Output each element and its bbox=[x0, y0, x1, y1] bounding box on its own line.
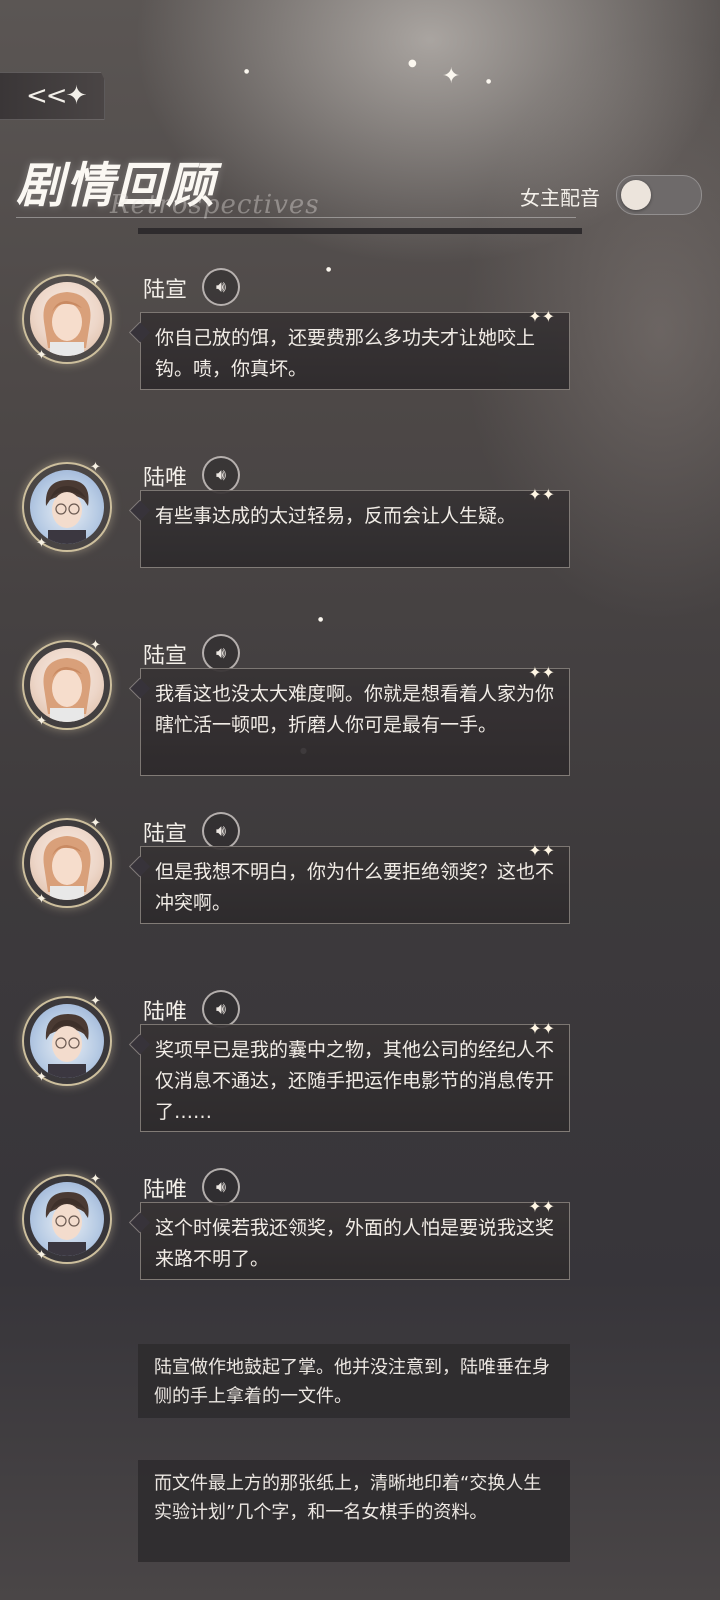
dialogue-bubble: 我看这也没太大难度啊。你就是想看着人家为你瞎忙活一顿吧，折磨人你可是最有一手。 … bbox=[140, 663, 570, 776]
voice-play-button[interactable]: 🔊︎ bbox=[202, 1168, 240, 1206]
voice-play-icon: 🔊︎ bbox=[215, 821, 227, 840]
sparkle-icon: ● bbox=[326, 266, 332, 273]
dialogue-text: 有些事达成的太过轻易，反而会让人生疑。 bbox=[155, 505, 517, 527]
sparkle-icon: ✦ bbox=[36, 536, 47, 551]
avatar-portrait bbox=[43, 658, 91, 722]
dialogue-bubble: 但是我想不明白，你为什么要拒绝领奖？这也不冲突啊。 ✦✦ bbox=[140, 841, 570, 924]
sparkle-icon: ✦ bbox=[90, 816, 101, 831]
sparkle-icon: ● bbox=[408, 58, 417, 69]
narration-box: 陆宣做作地鼓起了掌。他并没注意到，陆唯垂在身侧的手上拿着的一文件。 bbox=[138, 1344, 570, 1418]
narration-text: 陆宣做作地鼓起了掌。他并没注意到，陆唯垂在身侧的手上拿着的一文件。 bbox=[154, 1357, 550, 1407]
sparkle-icon: ✦ bbox=[90, 638, 101, 653]
speaker-name: 陆宣 bbox=[143, 278, 188, 303]
back-button[interactable]: <<✦ bbox=[0, 72, 105, 120]
sparkle-icon: ✦ bbox=[90, 1172, 101, 1187]
sparkle-icon: ✦✦ bbox=[528, 1197, 555, 1216]
voice-play-button[interactable]: 🔊︎ bbox=[202, 812, 240, 850]
avatar-portrait bbox=[45, 1014, 89, 1078]
dialogue-bubble: 这个时候若我还领奖，外面的人怕是要说我这奖来路不明了。 ✦✦ bbox=[140, 1197, 570, 1280]
narration-box: 而文件最上方的那张纸上，清晰地印着“交换人生实验计划”几个字，和一名女棋手的资料… bbox=[138, 1460, 570, 1562]
voice-play-icon: 🔊︎ bbox=[215, 1177, 227, 1196]
speaker-name: 陆宣 bbox=[143, 644, 188, 669]
sparkle-icon: ✦✦ bbox=[528, 663, 555, 682]
dialogue-text: 你自己放的饵，还要费那么多功夫才让她咬上钩。啧，你真坏。 bbox=[155, 327, 536, 380]
voice-play-icon: 🔊︎ bbox=[215, 277, 227, 296]
sparkle-icon: ● bbox=[486, 78, 492, 85]
page-subtitle: Retrospectives bbox=[110, 190, 320, 220]
avatar-portrait bbox=[43, 292, 91, 356]
sparkle-icon: ✦✦ bbox=[528, 841, 555, 860]
sparkle-icon: ✦✦ bbox=[528, 307, 555, 326]
heroine-voice-label: 女主配音 bbox=[520, 186, 600, 210]
avatar-portrait bbox=[45, 480, 89, 544]
dialogue-bubble: 有些事达成的太过轻易，反而会让人生疑。 ✦✦ bbox=[140, 485, 570, 568]
speaker-name: 陆宣 bbox=[143, 822, 188, 847]
dialogue-text: 这个时候若我还领奖，外面的人怕是要说我这奖来路不明了。 bbox=[155, 1217, 555, 1270]
dialogue-text: 我看这也没太大难度啊。你就是想看着人家为你瞎忙活一顿吧，折磨人你可是最有一手。 bbox=[155, 683, 555, 736]
sparkle-icon: ✦ bbox=[36, 1070, 47, 1085]
sparkle-icon: ✦ bbox=[90, 994, 101, 1009]
dialogue-bubble: 奖项早已是我的囊中之物，其他公司的经纪人不仅消息不通达，还随手把运作电影节的消息… bbox=[140, 1019, 570, 1132]
title-divider bbox=[16, 217, 576, 218]
sparkle-icon: ✦ bbox=[36, 714, 47, 729]
dialogue-bubble: 你自己放的饵，还要费那么多功夫才让她咬上钩。啧，你真坏。 ✦✦ bbox=[140, 307, 570, 390]
dialogue-text: 但是我想不明白，你为什么要拒绝领奖？这也不冲突啊。 bbox=[155, 861, 555, 914]
dialogue-text: 奖项早已是我的囊中之物，其他公司的经纪人不仅消息不通达，还随手把运作电影节的消息… bbox=[155, 1039, 555, 1123]
sparkle-icon: ✦ bbox=[36, 892, 47, 907]
voice-play-icon: 🔊︎ bbox=[215, 643, 227, 662]
voice-play-button[interactable]: 🔊︎ bbox=[202, 268, 240, 306]
speaker-name: 陆唯 bbox=[143, 1178, 188, 1203]
voice-play-button[interactable]: 🔊︎ bbox=[202, 990, 240, 1028]
voice-play-icon: 🔊︎ bbox=[215, 465, 227, 484]
voice-play-button[interactable]: 🔊︎ bbox=[202, 456, 240, 494]
sparkle-icon: ✦✦ bbox=[528, 485, 555, 504]
title-underline-bar bbox=[138, 228, 582, 234]
sparkle-icon: ✦ bbox=[36, 348, 47, 363]
heroine-voice-toggle[interactable] bbox=[616, 175, 702, 215]
speaker-name: 陆唯 bbox=[143, 466, 188, 491]
voice-play-button[interactable]: 🔊︎ bbox=[202, 634, 240, 672]
sparkle-icon: ✦ bbox=[90, 460, 101, 475]
sparkle-icon: ● bbox=[318, 616, 324, 623]
toggle-knob bbox=[621, 180, 651, 210]
sparkle-icon: ✦ bbox=[90, 274, 101, 289]
voice-play-icon: 🔊︎ bbox=[215, 999, 227, 1018]
avatar-portrait bbox=[43, 836, 91, 900]
sparkle-icon: ● bbox=[244, 68, 250, 75]
narration-text: 而文件最上方的那张纸上，清晰地印着“交换人生实验计划”几个字，和一名女棋手的资料… bbox=[154, 1473, 542, 1523]
sparkle-icon: ✦✦ bbox=[528, 1019, 555, 1038]
sparkle-icon: ✦ bbox=[442, 64, 461, 89]
sparkle-icon: ✦ bbox=[36, 1248, 47, 1263]
speaker-name: 陆唯 bbox=[143, 1000, 188, 1025]
avatar-portrait bbox=[45, 1192, 89, 1256]
back-arrow-icon: <<✦ bbox=[26, 81, 87, 111]
